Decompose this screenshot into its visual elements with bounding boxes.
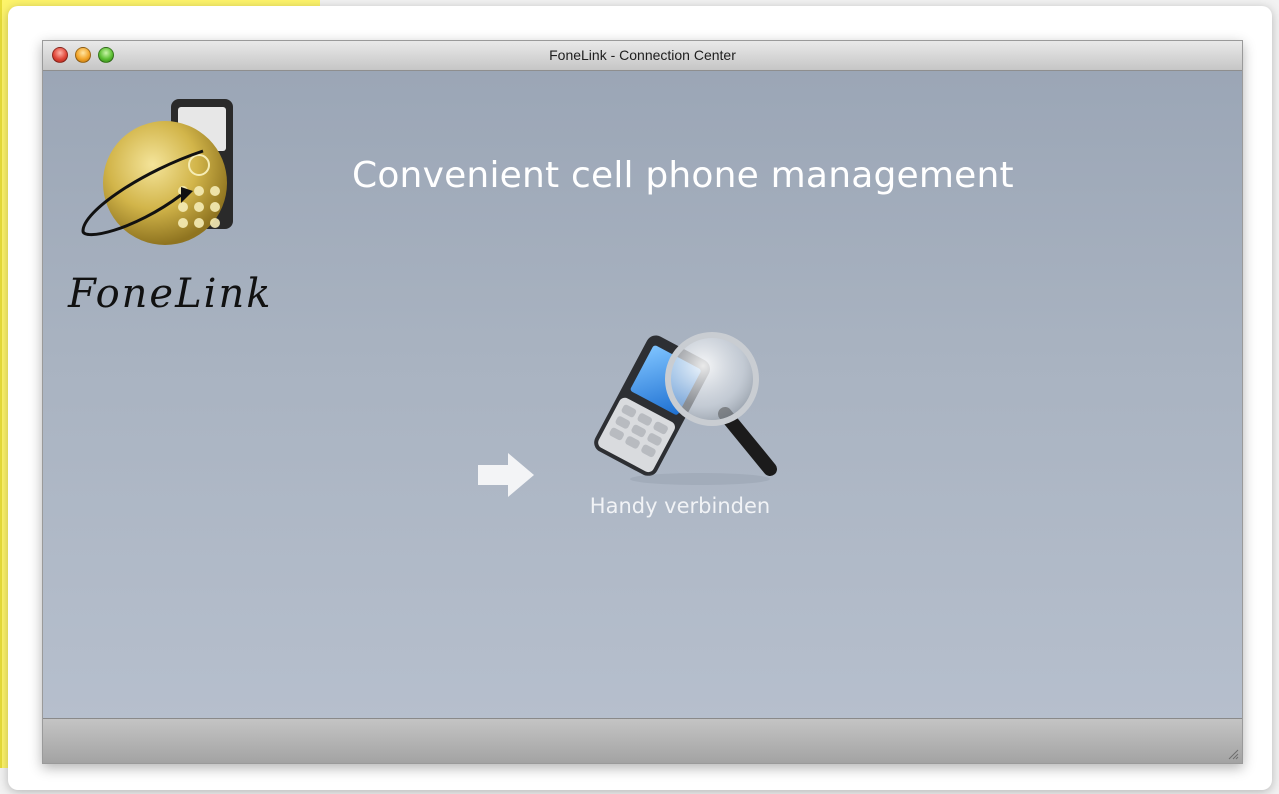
title-bar[interactable]: FoneLink - Connection Center [43,41,1242,71]
connect-phone-button[interactable]: Handy verbinden [570,329,790,529]
window-title: FoneLink - Connection Center [549,47,736,63]
main-content: FoneLink Convenient cell phone managemen… [43,71,1242,720]
phone-search-icon [594,332,777,485]
status-bar [43,718,1242,763]
fonelink-logo: FoneLink [53,91,283,317]
logo-text: FoneLink [68,271,273,317]
page-headline: Convenient cell phone management [352,155,1014,196]
resize-grip-icon[interactable] [1225,746,1239,760]
app-window: FoneLink - Connection Center FoneLink Co… [42,40,1243,764]
arrow-right-icon [478,453,534,497]
logo-graphic [81,99,233,245]
connect-phone-label: Handy verbinden [589,494,771,518]
